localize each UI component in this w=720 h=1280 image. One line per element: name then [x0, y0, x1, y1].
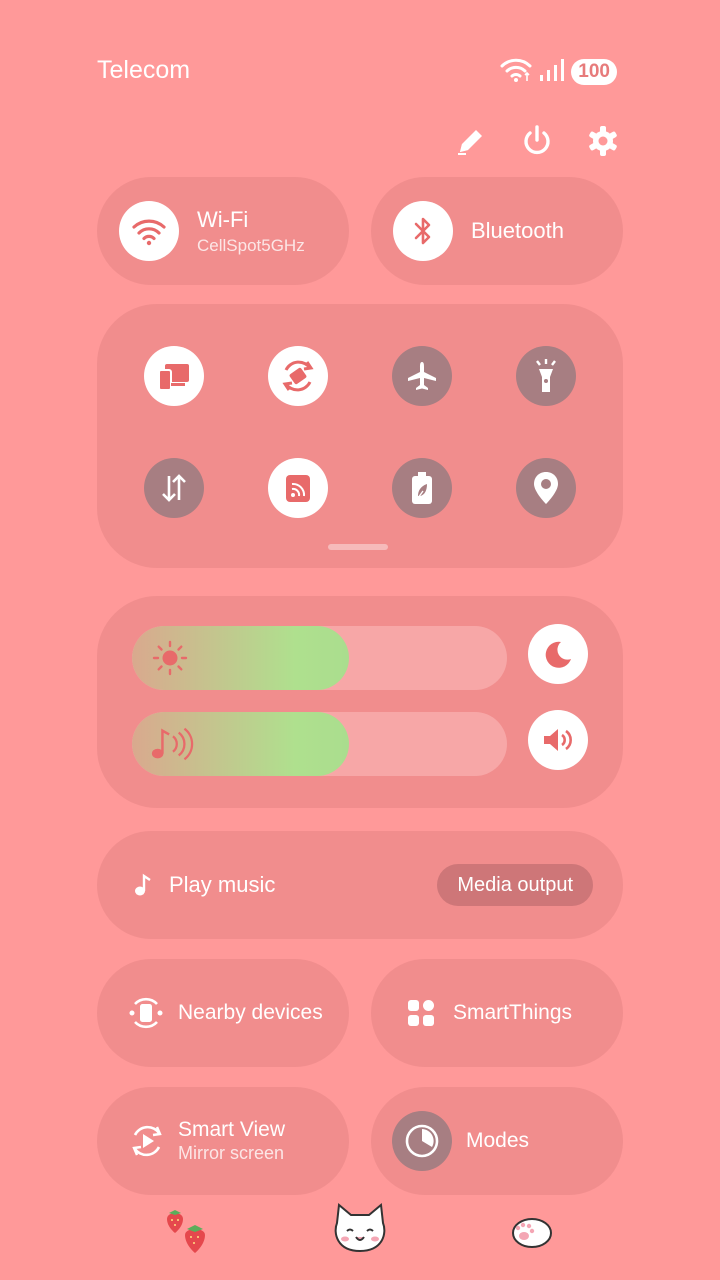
wifi-network-name: CellSpot5GHz — [197, 235, 305, 255]
smartthings-label: SmartThings — [453, 1001, 573, 1024]
volume-slider[interactable] — [132, 712, 507, 776]
moon-icon[interactable] — [528, 624, 588, 684]
sliders-panel — [97, 596, 623, 808]
media-output-button[interactable]: Media output — [437, 864, 593, 906]
carrier-name: Telecom — [97, 56, 191, 84]
grid-page-handle[interactable] — [328, 544, 388, 550]
smartthings-tile[interactable]: SmartThings — [371, 959, 623, 1067]
wifi-label: Wi-Fi — [197, 206, 249, 232]
smart-view-tile[interactable]: Smart View Mirror screen — [97, 1087, 349, 1195]
wifi-icon[interactable] — [119, 201, 179, 261]
wifi-status-icon — [499, 57, 533, 88]
strawberry-icon — [163, 1205, 215, 1262]
modes-label: Modes — [466, 1129, 530, 1152]
bluetooth-label: Bluetooth — [471, 218, 564, 243]
smart-view-sublabel: Mirror screen — [178, 1143, 285, 1163]
signal-icon — [539, 57, 565, 88]
nearby-devices-label: Nearby devices — [178, 1001, 323, 1024]
power-icon[interactable] — [517, 121, 557, 161]
speaker-icon[interactable] — [528, 710, 588, 770]
flashlight-icon[interactable] — [516, 346, 576, 406]
nearby-devices-tile[interactable]: Nearby devices — [97, 959, 349, 1067]
power-saving-icon[interactable] — [392, 458, 452, 518]
modes-tile[interactable]: Modes — [371, 1087, 623, 1195]
smart-view-icon — [129, 1123, 165, 1159]
smart-view-label: Smart View — [178, 1118, 285, 1141]
wifi-tile[interactable]: Wi-Fi CellSpot5GHz — [97, 177, 349, 285]
bluetooth-icon[interactable] — [393, 201, 453, 261]
mobile-data-icon[interactable] — [144, 458, 204, 518]
quick-settings-grid — [97, 304, 623, 568]
media-panel[interactable]: Play music Media output — [97, 831, 623, 939]
cast-icon[interactable] — [268, 458, 328, 518]
paw-icon — [510, 1216, 552, 1255]
music-note-icon — [133, 873, 155, 902]
auto-rotate-icon[interactable] — [268, 346, 328, 406]
gear-icon[interactable] — [583, 121, 623, 161]
sun-icon — [152, 640, 188, 676]
music-volume-icon — [150, 726, 194, 762]
bluetooth-tile[interactable]: Bluetooth — [371, 177, 623, 285]
location-icon[interactable] — [516, 458, 576, 518]
device-transfer-icon[interactable] — [144, 346, 204, 406]
play-music-label: Play music — [169, 872, 276, 897]
nearby-devices-icon — [127, 994, 165, 1032]
smartthings-icon — [407, 999, 435, 1027]
pencil-icon[interactable] — [451, 121, 491, 161]
brightness-slider[interactable] — [132, 626, 507, 690]
cat-face-icon — [331, 1203, 389, 1260]
battery-indicator: 100 — [571, 59, 617, 85]
modes-icon — [392, 1111, 452, 1171]
airplane-icon[interactable] — [392, 346, 452, 406]
status-icons: 100 — [499, 58, 617, 86]
